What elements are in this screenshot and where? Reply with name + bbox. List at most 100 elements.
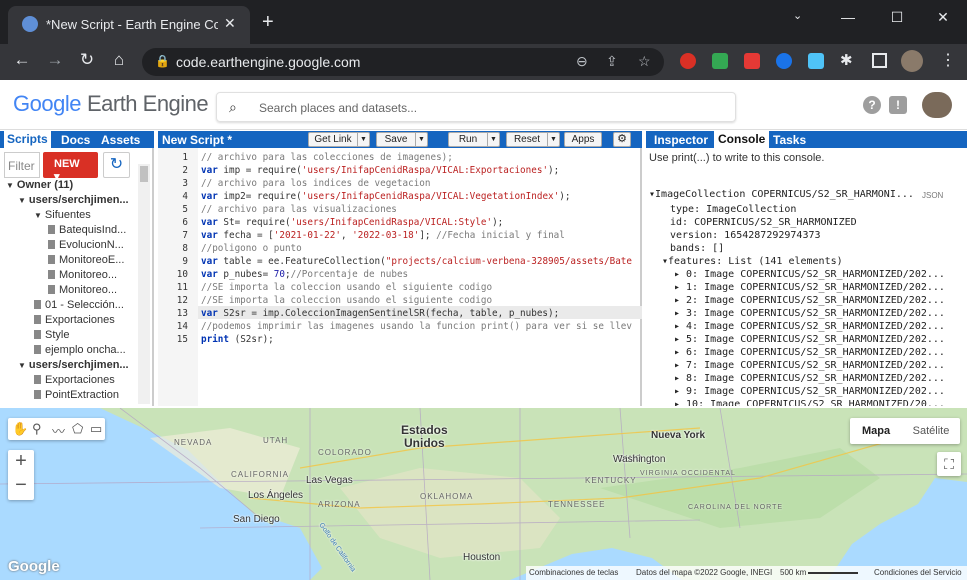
tree-folder[interactable]: ▼ users/serchjimen... bbox=[18, 194, 129, 206]
tree-script[interactable]: Monitoreo... bbox=[48, 284, 117, 296]
home-icon[interactable]: ⌂ bbox=[107, 50, 131, 70]
forward-arrow-icon[interactable]: → bbox=[43, 50, 67, 70]
refresh-icon[interactable]: ↻ bbox=[103, 152, 130, 178]
features-header[interactable]: ▾features: List (141 elements) bbox=[662, 256, 942, 267]
save-button[interactable]: Save ▼ bbox=[376, 132, 428, 147]
share-icon[interactable]: ⇪ bbox=[606, 53, 618, 70]
code-line[interactable]: var St= require('users/InifapCenidRaspa/… bbox=[201, 217, 641, 228]
feature-item[interactable]: ▸ 0: Image COPERNICUS/S2_SR_HARMONIZED/2… bbox=[674, 269, 956, 280]
feature-item[interactable]: ▸ 9: Image COPERNICUS/S2_SR_HARMONIZED/2… bbox=[674, 386, 956, 397]
chevron-down-icon[interactable]: ▼ bbox=[415, 133, 427, 146]
map-view[interactable]: Estados Unidos CALIFORNIA NEVADA UTAH COL… bbox=[0, 408, 967, 580]
close-tab-icon[interactable]: ✕ bbox=[224, 15, 236, 32]
feature-item[interactable]: ▸ 3: Image COPERNICUS/S2_SR_HARMONIZED/2… bbox=[674, 308, 956, 319]
places-search-box[interactable]: ⌕ Search places and datasets... bbox=[216, 92, 736, 122]
back-arrow-icon[interactable]: ← bbox=[10, 50, 34, 70]
extension-stop-icon[interactable] bbox=[680, 53, 696, 69]
maximize-button[interactable]: ☐ bbox=[882, 9, 912, 26]
code-line[interactable]: // archivo para las visualizaciones bbox=[201, 204, 641, 215]
settings-gear-icon[interactable]: ⚙ bbox=[613, 132, 631, 147]
run-button[interactable]: Run ▼ bbox=[448, 132, 500, 147]
browser-tab[interactable]: *New Script - Earth Engine Code Editor ✕ bbox=[8, 6, 250, 44]
tab-tasks[interactable]: Tasks bbox=[773, 133, 806, 147]
hand-pan-icon[interactable]: ✋ bbox=[12, 421, 28, 437]
tree-script[interactable]: Exportaciones bbox=[34, 314, 115, 326]
tree-folder[interactable]: ▼ Sifuentes bbox=[34, 209, 91, 221]
code-line[interactable]: var fecha = ['2021-01-22', '2022-03-18']… bbox=[201, 230, 641, 241]
code-line[interactable]: var p_nubes= 70;//Porcentaje de nubes bbox=[201, 269, 641, 280]
profile-avatar[interactable] bbox=[901, 50, 923, 72]
feature-item[interactable]: ▸ 2: Image COPERNICUS/S2_SR_HARMONIZED/2… bbox=[674, 295, 956, 306]
code-editor[interactable]: 1 2 3 4 5 6 7 8 9 10 11 12 13 14 15 // archivo para la… bbox=[158, 148, 642, 406]
apps-button[interactable]: Apps bbox=[564, 132, 602, 147]
tree-folder[interactable]: ▼ users/serchjimen... bbox=[18, 359, 129, 371]
new-script-button[interactable]: NEW ▾ bbox=[43, 152, 98, 183]
bookmark-star-icon[interactable]: ☆ bbox=[638, 53, 651, 70]
help-icon[interactable]: ? bbox=[863, 96, 881, 114]
code-line[interactable]: // archivo para los indices de vegetacio… bbox=[201, 178, 641, 189]
feature-item[interactable]: ▸ 1: Image COPERNICUS/S2_SR_HARMONIZED/2… bbox=[674, 282, 956, 293]
tree-script[interactable]: Monitoreo... bbox=[48, 269, 117, 281]
feature-item[interactable]: ▸ 10: Image COPERNICUS/S2_SR_HARMONIZED/… bbox=[674, 399, 956, 406]
code-line[interactable]: var imp = require('users/InifapCenidRasp… bbox=[201, 165, 641, 176]
code-line[interactable]: //SE importa la coleccion usando el sigu… bbox=[201, 295, 641, 306]
keyboard-shortcuts-link[interactable]: Combinaciones de teclas bbox=[529, 568, 618, 577]
reset-button[interactable]: Reset ▼ bbox=[506, 132, 560, 147]
zoom-out-icon[interactable]: − bbox=[8, 474, 34, 497]
tree-folder[interactable]: ▼ Owner (11) bbox=[6, 179, 73, 191]
code-line[interactable]: var table = ee.FeatureCollection("projec… bbox=[201, 256, 641, 267]
tree-script[interactable]: ejemplo oncha... bbox=[34, 344, 126, 356]
map-type-satellite-button[interactable]: Satélite bbox=[902, 418, 960, 444]
account-avatar[interactable] bbox=[922, 92, 952, 118]
feature-item[interactable]: ▸ 6: Image COPERNICUS/S2_SR_HARMONIZED/2… bbox=[674, 347, 956, 358]
tree-script[interactable]: Exportaciones bbox=[34, 374, 115, 386]
feature-item[interactable]: ▸ 4: Image COPERNICUS/S2_SR_HARMONIZED/2… bbox=[674, 321, 956, 332]
feature-item[interactable]: ▸ 7: Image COPERNICUS/S2_SR_HARMONIZED/2… bbox=[674, 360, 956, 371]
fullscreen-icon[interactable]: ⛶ bbox=[937, 452, 961, 476]
code-line[interactable]: //poligono o punto bbox=[201, 243, 641, 254]
line-tool-icon[interactable]: 〰 bbox=[52, 421, 65, 440]
tree-script[interactable]: Style bbox=[34, 329, 69, 341]
tab-scripts[interactable]: Scripts bbox=[4, 131, 51, 148]
tab-console[interactable]: Console bbox=[714, 131, 770, 148]
minimize-button[interactable]: — bbox=[833, 9, 863, 25]
polygon-tool-icon[interactable]: ⬠ bbox=[72, 421, 83, 437]
tab-assets[interactable]: Assets bbox=[101, 133, 140, 147]
tab-inspector[interactable]: Inspector bbox=[654, 133, 708, 147]
code-line[interactable]: print (S2sr); bbox=[201, 334, 641, 345]
chevron-down-icon[interactable]: ▼ bbox=[357, 133, 369, 146]
json-toggle[interactable]: JSON bbox=[922, 191, 943, 200]
feature-item[interactable]: ▸ 8: Image COPERNICUS/S2_SR_HARMONIZED/2… bbox=[674, 373, 956, 384]
tree-script[interactable]: EvolucionN... bbox=[48, 239, 124, 251]
side-panel-icon[interactable] bbox=[872, 53, 887, 68]
tab-search-chevron-icon[interactable]: ⌄ bbox=[793, 9, 802, 22]
extension-check-icon[interactable] bbox=[712, 53, 728, 69]
chevron-down-icon[interactable]: ▼ bbox=[487, 133, 499, 146]
feature-item[interactable]: ▸ 5: Image COPERNICUS/S2_SR_HARMONIZED/2… bbox=[674, 334, 956, 345]
extension-mm-icon[interactable] bbox=[744, 53, 760, 69]
get-link-button[interactable]: Get Link ▼ bbox=[308, 132, 370, 147]
map-type-map-button[interactable]: Mapa bbox=[850, 418, 902, 444]
code-line[interactable]: var imp2= require('users/InifapCenidRasp… bbox=[201, 191, 641, 202]
collection-header[interactable]: ▾ImageCollection COPERNICUS/S2_SR_HARMON… bbox=[649, 189, 929, 200]
feedback-icon[interactable]: ! bbox=[889, 96, 907, 114]
code-line[interactable]: //SE importa la coleccion usando el sigu… bbox=[201, 282, 641, 293]
extension-plus-icon[interactable] bbox=[808, 53, 824, 69]
chevron-down-icon[interactable]: ▼ bbox=[547, 133, 559, 146]
filter-input[interactable]: Filter bbox=[4, 152, 40, 178]
extensions-puzzle-icon[interactable]: ✱ bbox=[840, 51, 853, 69]
chrome-menu-icon[interactable]: ⋮ bbox=[940, 50, 956, 70]
tree-script[interactable]: 01 - Selección... bbox=[34, 299, 124, 311]
code-lines[interactable]: // archivo para las colecciones de image… bbox=[158, 148, 642, 406]
tree-script[interactable]: MonitoreoE... bbox=[48, 254, 124, 266]
tree-script[interactable]: PointExtraction bbox=[34, 389, 119, 401]
close-window-button[interactable]: ✕ bbox=[928, 9, 958, 26]
tab-docs[interactable]: Docs bbox=[61, 133, 90, 147]
terms-link[interactable]: Condiciones del Servicio bbox=[874, 568, 962, 577]
zoom-icon[interactable]: ⊖ bbox=[576, 53, 588, 70]
marker-pin-icon[interactable]: ⚲ bbox=[32, 421, 42, 437]
new-tab-button[interactable]: + bbox=[262, 12, 274, 32]
earth-engine-logo[interactable]: Google Earth Engine bbox=[13, 91, 209, 117]
code-line[interactable]: var S2sr = imp.ColeccionImagenSentinelSR… bbox=[201, 308, 641, 319]
code-line[interactable]: // archivo para las colecciones de image… bbox=[201, 152, 641, 163]
